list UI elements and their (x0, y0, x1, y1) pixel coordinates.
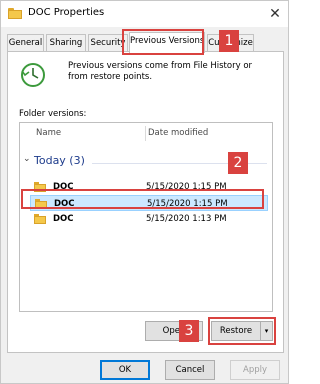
versions-list: Name Date modified ⌄ Today (3) DOC 5/15/… (19, 122, 273, 312)
window-title: DOC Properties (28, 7, 105, 18)
chevron-down-icon: ⌄ (23, 154, 31, 164)
group-today[interactable]: ⌄ Today (3) (23, 154, 85, 167)
cancel-button[interactable]: Cancel (165, 360, 215, 380)
title-bar: DOC Properties ✕ (1, 1, 288, 27)
column-date-modified[interactable]: Date modified (148, 123, 208, 143)
group-label: Today (3) (34, 154, 85, 167)
ok-button[interactable]: OK (100, 360, 150, 380)
tab-general[interactable]: General (7, 34, 44, 52)
highlight-box-tab (122, 29, 204, 55)
tab-sharing[interactable]: Sharing (46, 34, 86, 52)
column-name[interactable]: Name (36, 123, 61, 143)
properties-window: DOC Properties ✕ General Sharing Securit… (0, 0, 289, 384)
highlight-box-restore (208, 317, 276, 345)
item-date: 5/15/2020 1:13 PM (146, 214, 227, 224)
highlight-box-row (21, 189, 264, 209)
apply-button[interactable]: Apply (230, 360, 280, 380)
close-icon[interactable]: ✕ (266, 5, 284, 23)
folder-icon (34, 214, 46, 224)
item-name: DOC (53, 214, 74, 224)
folder-versions-label: Folder versions: (19, 109, 87, 119)
step-badge-1: 1 (219, 30, 239, 52)
file-history-icon (21, 63, 45, 87)
step-badge-3: 3 (179, 320, 199, 342)
list-item[interactable]: DOC 5/15/2020 1:13 PM (30, 211, 268, 227)
column-divider (145, 126, 146, 141)
folder-icon (8, 8, 22, 19)
panel-description: Previous versions come from File History… (68, 61, 253, 82)
step-badge-2: 2 (228, 152, 248, 174)
